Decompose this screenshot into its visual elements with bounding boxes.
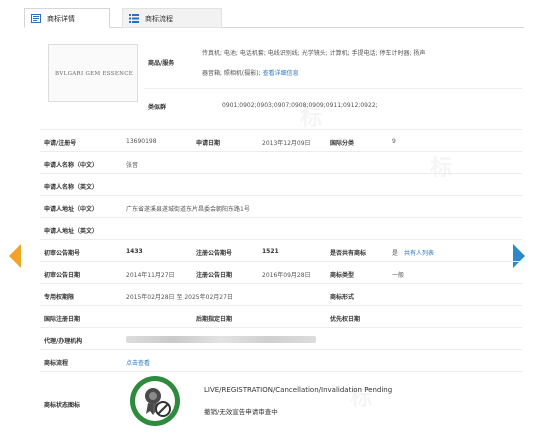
tm-form-label: 商标形式 <box>330 294 355 301</box>
prelim-date-value: 2014年11月27日 <box>126 272 175 279</box>
tab-trademark-flow[interactable]: 商标流程 <box>122 8 222 28</box>
addr-cn-label: 申请人地址（中文） <box>44 206 99 213</box>
agent-value-redacted <box>126 336 316 343</box>
similar-group-value: 0901;0902;0903;0907;0908;0909;0911;0912;… <box>222 102 378 109</box>
reg-pub-no-value: 1521 <box>262 248 279 255</box>
reg-pub-no-label: 注册公告期号 <box>196 250 233 257</box>
goods-value-line1: 传真机; 电池; 电话机套; 电线识别线; 光学镜头; 计算机; 手提电话; 停… <box>202 50 426 57</box>
goods-detail-link[interactable]: 查看详细信息 <box>263 70 299 77</box>
row-prelim-no: 初审公告期号 1433 注册公告期号 1521 是否共有商标 是 共有人列表 <box>40 240 522 262</box>
row-addr-en: 申请人地址（英文） <box>40 218 522 240</box>
goods-value-line2: 器音箱; 照相机(摄影); 查看详细信息 <box>202 68 299 77</box>
tm-type-value: 一般 <box>392 272 405 279</box>
row-applicant-cn: 申请人名称（中文） 张音 <box>40 152 522 174</box>
addr-en-label: 申请人地址（英文） <box>44 228 99 235</box>
app-date-label: 申请日期 <box>196 140 221 147</box>
intl-class-value: 9 <box>392 138 396 145</box>
tab-bar: 商标详情 商标流程 <box>24 6 524 28</box>
row-intl-reg: 国际注册日期 后期指定日期 优先权日期 <box>40 306 522 328</box>
agent-label: 代理/办理机构 <box>44 338 83 345</box>
tab-label: 商标流程 <box>145 15 173 23</box>
reg-no-label: 申请/注册号 <box>44 140 77 147</box>
row-addr-cn: 申请人地址（中文） 广东省遂溪县遂城街道东片昌委会朝阳东路1号 <box>40 196 522 218</box>
goods-value-text: 器音箱; 照相机(摄影); <box>202 70 261 77</box>
reg-pub-date-value: 2016年09月28日 <box>262 272 311 279</box>
similar-group-label: 类似群 <box>148 104 167 111</box>
tab-trademark-detail[interactable]: 商标详情 <box>24 8 110 28</box>
co-owner-list-link[interactable]: 共有人列表 <box>404 248 434 257</box>
row-exclusive-term: 专用权期限 2015年02月28日 至 2025年02月27日 商标形式 <box>40 284 522 306</box>
prelim-no-value: 1433 <box>126 248 143 255</box>
row-prelim-date: 初审公告日期 2014年11月27日 注册公告日期 2016年09月28日 商标… <box>40 262 522 284</box>
shared-label: 是否共有商标 <box>330 250 367 257</box>
flow-label: 商标流程 <box>44 360 69 367</box>
priority-date-label: 优先权日期 <box>330 316 361 323</box>
later-date-label: 后期指定日期 <box>196 316 233 323</box>
divider <box>144 88 522 89</box>
excl-term-label: 专用权期限 <box>44 294 75 301</box>
flow-view-link[interactable]: 点击查看 <box>126 358 150 367</box>
status-en: LIVE/REGISTRATION/Cancellation/Invalidat… <box>204 386 393 394</box>
reg-no-value: 13690198 <box>126 138 157 145</box>
shared-value: 是 <box>392 250 399 257</box>
intl-class-label: 国际分类 <box>330 140 355 147</box>
prelim-no-label: 初审公告期号 <box>44 250 81 257</box>
reg-pub-date-label: 注册公告日期 <box>196 272 233 279</box>
intl-reg-label: 国际注册日期 <box>44 316 81 323</box>
applicant-cn-value: 张音 <box>126 162 139 169</box>
tm-type-label: 商标类型 <box>330 272 355 279</box>
detail-panel: BVLGARI GEM ESSENCE 商品/服务 传真机; 电池; 电话机套;… <box>40 28 522 434</box>
list-icon <box>129 14 139 23</box>
row-status: 商标状态图标 LIVE/REGISTRATION/Cancellation/In… <box>40 372 522 434</box>
goods-label: 商品/服务 <box>148 60 175 67</box>
trademark-image: BVLGARI GEM ESSENCE <box>48 44 138 102</box>
trademark-header: BVLGARI GEM ESSENCE 商品/服务 传真机; 电池; 电话机套;… <box>40 28 522 130</box>
row-applicant-en: 申请人名称（英文） <box>40 174 522 196</box>
trademark-logo-text: BVLGARI GEM ESSENCE <box>55 71 134 77</box>
excl-term-value: 2015年02月28日 至 2025年02月27日 <box>126 294 233 301</box>
status-cn: 撤销/无效宣告申请审查中 <box>204 408 278 416</box>
app-date-value: 2013年12月09日 <box>262 140 311 147</box>
row-flow: 商标流程 点击查看 <box>40 350 522 372</box>
row-reg-no: 申请/注册号 13690198 申请日期 2013年12月09日 国际分类 9 <box>40 130 522 152</box>
seal-prohibited-icon <box>130 376 180 426</box>
status-label: 商标状态图标 <box>44 402 81 409</box>
applicant-en-label: 申请人名称（英文） <box>44 184 99 191</box>
tab-label: 商标详情 <box>47 15 75 23</box>
prelim-date-label: 初审公告日期 <box>44 272 81 279</box>
row-agent: 代理/办理机构 <box>40 328 522 350</box>
chevron-left-icon[interactable] <box>9 244 21 268</box>
applicant-cn-label: 申请人名称（中文） <box>44 162 99 169</box>
addr-cn-value: 广东省遂溪县遂城街道东片昌委会朝阳东路1号 <box>126 206 250 213</box>
detail-icon <box>31 14 41 23</box>
